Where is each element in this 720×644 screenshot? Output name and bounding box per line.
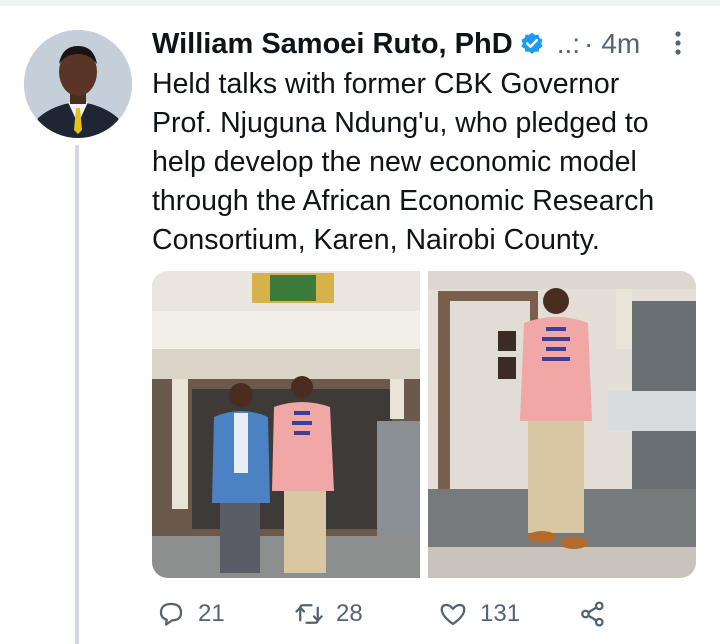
media-photo-2[interactable] [428, 271, 696, 578]
author-avatar[interactable] [24, 30, 132, 138]
retweet-count: 28 [336, 600, 363, 627]
reply-icon [156, 599, 186, 629]
header-separator: · [584, 28, 594, 59]
tweet-timestamp[interactable]: 4m [601, 28, 640, 60]
photo-two-men-at-entrance-icon [152, 271, 420, 578]
tweet-header: William Samoei Ruto, PhD ..: · 4m [152, 26, 640, 62]
photo-man-standing-in-lobby-icon [428, 271, 696, 578]
top-divider [0, 0, 720, 6]
tweet-actions: 21 28 131 [152, 592, 672, 636]
share-icon [578, 599, 608, 629]
thread-line [75, 145, 79, 644]
author-handle[interactable]: ..: [557, 28, 580, 60]
like-count: 131 [480, 600, 521, 627]
verified-badge-icon [519, 31, 545, 57]
retweet-icon [294, 599, 324, 629]
like-button[interactable]: 131 [438, 592, 520, 636]
more-options-icon[interactable] [666, 28, 690, 58]
tweet-text: Held talks with former CBK Governor Prof… [152, 68, 655, 256]
tweet-media-grid [152, 271, 696, 578]
author-name[interactable]: William Samoei Ruto, PhD [152, 28, 513, 61]
reply-button[interactable]: 21 [156, 592, 225, 636]
share-button[interactable] [578, 592, 608, 636]
media-photo-1[interactable] [152, 271, 420, 578]
like-icon [438, 599, 468, 629]
reply-count: 21 [198, 600, 225, 627]
retweet-button[interactable]: 28 [294, 592, 363, 636]
